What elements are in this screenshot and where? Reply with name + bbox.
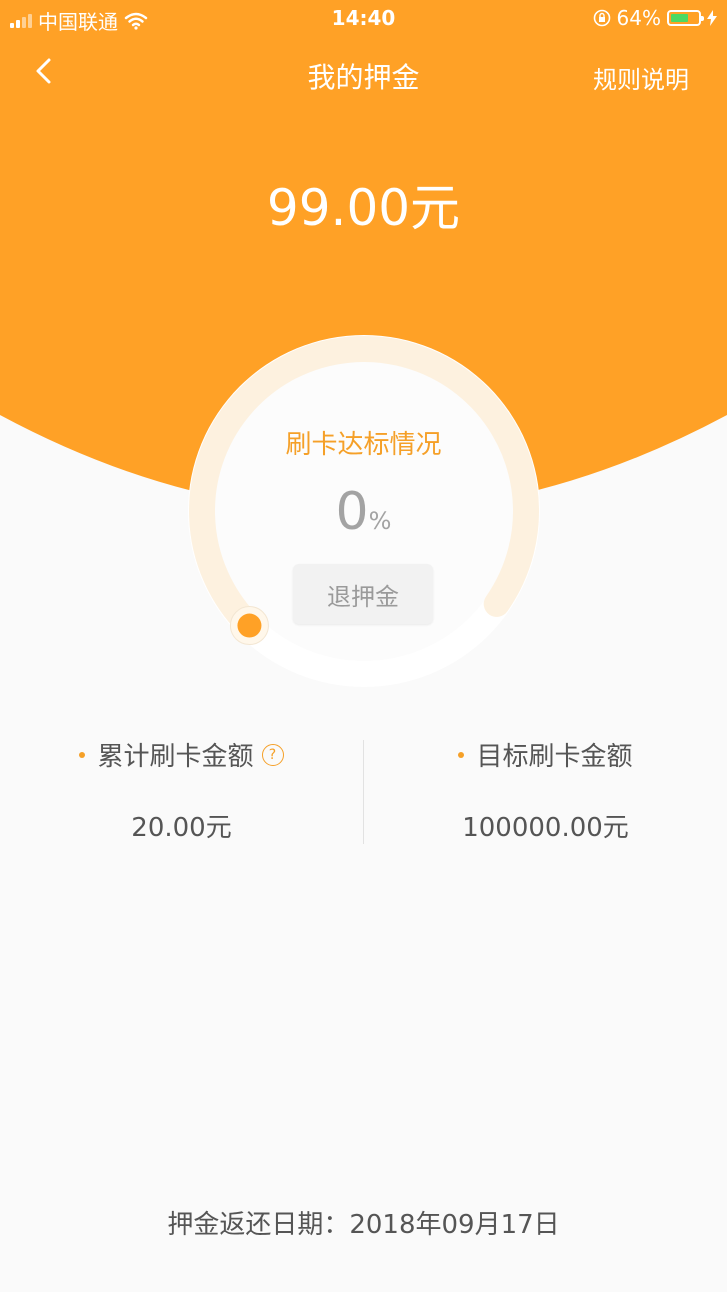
stat-target-label: 目标刷卡金额 [476, 742, 633, 772]
nav-bar: 我的押金 规则说明 [0, 46, 727, 102]
battery-icon [667, 10, 704, 26]
refund-deposit-button[interactable]: 退押金 [293, 564, 433, 624]
stat-accumulated-label-row: 累计刷卡金额 ? [0, 736, 363, 773]
deposit-amount: 99.00元 [266, 179, 461, 237]
stat-accumulated: 累计刷卡金额 ? 20.00元 [0, 730, 363, 844]
return-date: 押金返还日期：2018年09月17日 [167, 1210, 560, 1240]
stats-divider [363, 740, 364, 844]
stat-target-value: 100000.00元 [462, 813, 629, 843]
rotation-lock-icon [593, 9, 610, 27]
rules-link[interactable]: 规则说明 [593, 60, 689, 95]
progress-percent-value: 0 [335, 482, 369, 542]
progress-percent-unit: % [368, 507, 392, 535]
bullet-dot-icon [458, 751, 465, 758]
gauge-knob [237, 613, 262, 638]
status-bar: 中国联通 14:40 64% [0, 0, 727, 38]
battery-fill [671, 14, 688, 22]
stat-target: 目标刷卡金额 100000.00元 [364, 730, 727, 844]
stat-target-label-row: 目标刷卡金额 [364, 736, 727, 773]
bullet-dot-icon [79, 751, 86, 758]
stat-accumulated-label: 累计刷卡金额 [97, 742, 254, 772]
stat-accumulated-value: 20.00元 [131, 813, 232, 843]
status-right: 64% [593, 6, 717, 30]
progress-label: 刷卡达标情况 [285, 430, 442, 460]
question-circle-icon[interactable]: ? [261, 743, 284, 766]
battery-percent: 64% [616, 6, 661, 30]
progress-percent: 0% [0, 482, 727, 542]
bolt-icon [707, 10, 717, 26]
